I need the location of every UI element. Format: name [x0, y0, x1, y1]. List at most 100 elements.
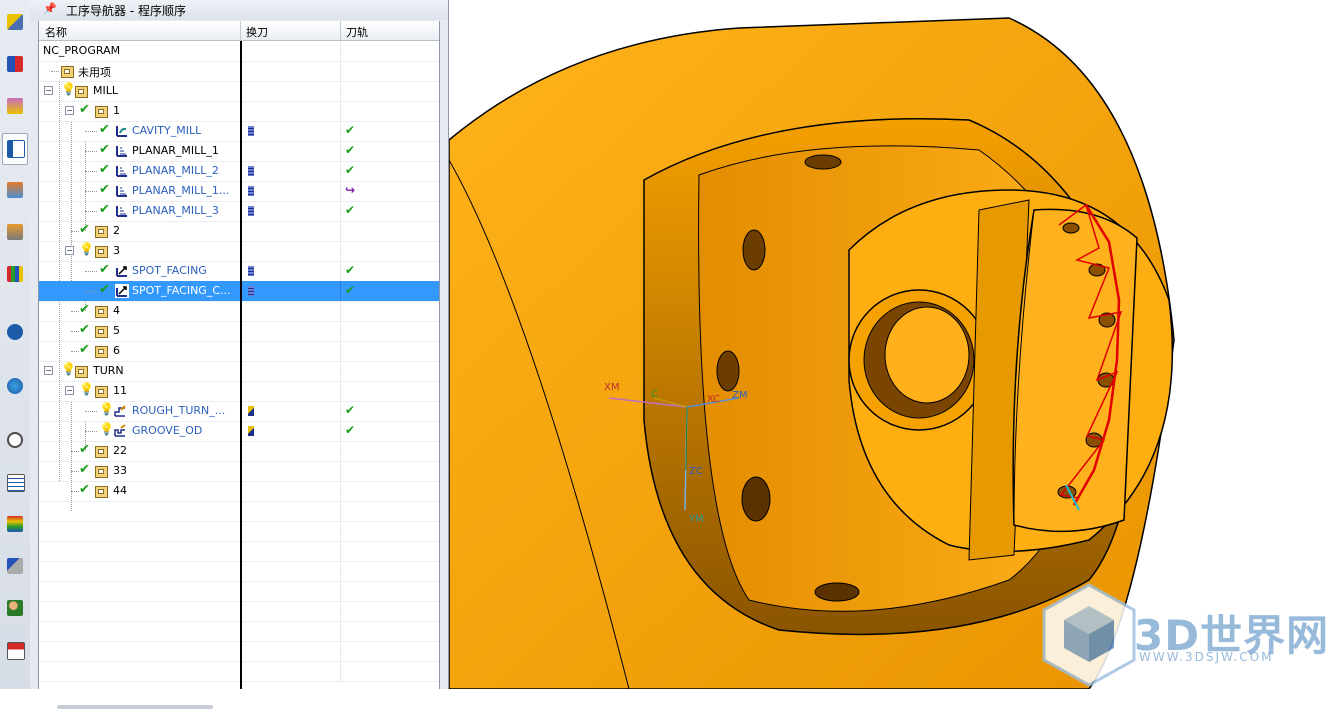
collapse-toggle[interactable]: −: [44, 366, 53, 375]
tree-row-spot-facing[interactable]: ✔ SPOT_FACING ✔: [39, 261, 439, 282]
process-studio-tab[interactable]: [3, 468, 27, 498]
reuse-library-tab[interactable]: [3, 218, 27, 248]
collapse-toggle[interactable]: −: [65, 106, 74, 115]
tree-row-cavity-mill[interactable]: ✔ CAVITY_MILL ✔: [39, 121, 439, 142]
complete-check-icon: ✔: [99, 262, 110, 277]
toolpath-ok-icon: ✔: [345, 263, 356, 277]
color-palette-icon: [7, 516, 23, 532]
books-icon: [7, 266, 23, 282]
toolpath-ok-icon: ✔: [345, 143, 356, 157]
tree-row-groove-od[interactable]: 💡 GROOVE_OD ✔: [39, 421, 439, 442]
tree-row-group-1[interactable]: − ✔ 1: [39, 101, 439, 122]
visualization-tab[interactable]: [3, 510, 27, 540]
history-tab[interactable]: [3, 372, 27, 402]
complete-check-icon: ✔: [79, 482, 90, 497]
program-group-icon: [95, 446, 108, 458]
empty-row: [39, 521, 439, 542]
complete-check-icon: ✔: [79, 342, 90, 357]
toolpath-ok-icon: ✔: [345, 283, 356, 297]
system-materials-tab[interactable]: [3, 636, 27, 666]
warning-bulb-icon: 💡: [79, 382, 94, 396]
row-label: 3: [113, 244, 120, 257]
part-navigator-tab[interactable]: [3, 92, 27, 122]
complete-check-icon: ✔: [99, 202, 110, 217]
planar-mill-icon: [116, 166, 127, 177]
tree-row-mill[interactable]: − 💡 MILL: [39, 81, 439, 102]
empty-row: [39, 621, 439, 642]
tree-row-group-11[interactable]: − 💡 11: [39, 381, 439, 402]
warning-bulb-icon: 💡: [61, 362, 76, 376]
manufacturing-wizard-tab[interactable]: [3, 552, 27, 582]
row-label: GROOVE_OD: [132, 424, 203, 437]
machine-icon: [7, 182, 23, 198]
globe-icon: [7, 378, 23, 394]
program-group-icon: [61, 66, 74, 78]
row-label: NC_PROGRAM: [43, 44, 121, 57]
assembly-navigator-tab[interactable]: [3, 8, 27, 38]
tree-row-unused-items[interactable]: 未用项: [39, 61, 439, 82]
info-icon: [7, 324, 23, 340]
tool-change-icon: [248, 166, 254, 176]
row-label: SPOT_FACING: [132, 264, 207, 277]
column-divider[interactable]: [240, 41, 242, 689]
hd3d-tools-tab[interactable]: [3, 260, 27, 290]
column-header-tool-change[interactable]: 换刀: [246, 24, 268, 40]
warning-bulb-icon: 💡: [61, 82, 76, 96]
toolpath-ok-icon: ✔: [345, 403, 356, 417]
tree-row-rough-turn[interactable]: 💡 ROUGH_TURN_... ✔: [39, 401, 439, 422]
program-group-icon: [95, 486, 108, 498]
tree-row-group-4[interactable]: ✔ 4: [39, 301, 439, 322]
empty-row: [39, 661, 439, 682]
program-group-icon: [95, 306, 108, 318]
graphics-viewport[interactable]: XM ZM XC ZC YM C 3D世界网 WWW.3DSJW.COM: [449, 0, 1344, 689]
clock-tab[interactable]: [3, 426, 27, 456]
column-header-toolpath[interactable]: 刀轨: [346, 24, 368, 40]
web-browser-tab[interactable]: [3, 318, 27, 348]
tree-row-planar-mill-1[interactable]: ✔ PLANAR_MILL_1 ✔: [39, 141, 439, 162]
tree-row-group-33[interactable]: ✔ 33: [39, 461, 439, 482]
tree-row-group-44[interactable]: ✔ 44: [39, 481, 439, 502]
tree-row-group-6[interactable]: ✔ 6: [39, 341, 439, 362]
tree-row-planar-mill-2[interactable]: ✔ PLANAR_MILL_2 ✔: [39, 161, 439, 182]
operation-navigator-tab[interactable]: [2, 133, 28, 165]
machine-tool-navigator-tab[interactable]: [3, 176, 27, 206]
toolpath-ok-icon: ✔: [345, 163, 356, 177]
pin-icon[interactable]: 📌: [43, 2, 57, 15]
roles-tab[interactable]: [3, 594, 27, 624]
complete-check-icon: ✔: [79, 222, 90, 237]
tree-row-group-2[interactable]: ✔ 2: [39, 221, 439, 242]
empty-row: [39, 641, 439, 662]
tree-row-nc-program[interactable]: NC_PROGRAM: [39, 41, 439, 62]
row-label: 2: [113, 224, 120, 237]
collapse-toggle[interactable]: −: [65, 246, 74, 255]
tool-change-icon: [248, 126, 254, 136]
palette-icon: [7, 642, 25, 660]
operation-tree-icon: [7, 140, 25, 158]
tools-icon: [7, 558, 23, 574]
constraint-navigator-tab[interactable]: [3, 50, 27, 80]
horizontal-scrollbar[interactable]: [57, 705, 213, 709]
operation-tree[interactable]: 名称 换刀 刀轨 NC_PROGRAM 未用项 − 💡 MILL − ✔ 1 ✔…: [38, 21, 440, 709]
tree-row-group-5[interactable]: ✔ 5: [39, 321, 439, 342]
tree-row-turn[interactable]: − 💡 TURN: [39, 361, 439, 382]
tool-change-icon: [248, 266, 254, 276]
tree-row-planar-mill-3[interactable]: ✔ PLANAR_MILL_3 ✔: [39, 201, 439, 222]
row-label: 11: [113, 384, 127, 397]
complete-check-icon: ✔: [99, 162, 110, 177]
groove-od-icon: [114, 424, 126, 437]
column-header-name[interactable]: 名称: [45, 24, 67, 40]
program-group-icon: [95, 106, 108, 118]
tree-row-planar-mill-1-copy[interactable]: ✔ PLANAR_MILL_1... ↪: [39, 181, 439, 202]
collapse-toggle[interactable]: −: [65, 386, 74, 395]
tree-row-spot-facing-copy[interactable]: ✔ SPOT_FACING_C... ✔: [39, 281, 439, 302]
planar-mill-icon: [116, 206, 127, 217]
collapse-toggle[interactable]: −: [44, 86, 53, 95]
empty-row: [39, 601, 439, 622]
row-label: PLANAR_MILL_2: [132, 164, 219, 177]
row-label: 未用项: [78, 66, 111, 79]
tree-row-group-3[interactable]: − 💡 3: [39, 241, 439, 262]
program-group-icon: [75, 366, 88, 378]
program-group-icon: [95, 386, 108, 398]
tool-change-icon: [248, 426, 254, 436]
tree-row-group-22[interactable]: ✔ 22: [39, 441, 439, 462]
